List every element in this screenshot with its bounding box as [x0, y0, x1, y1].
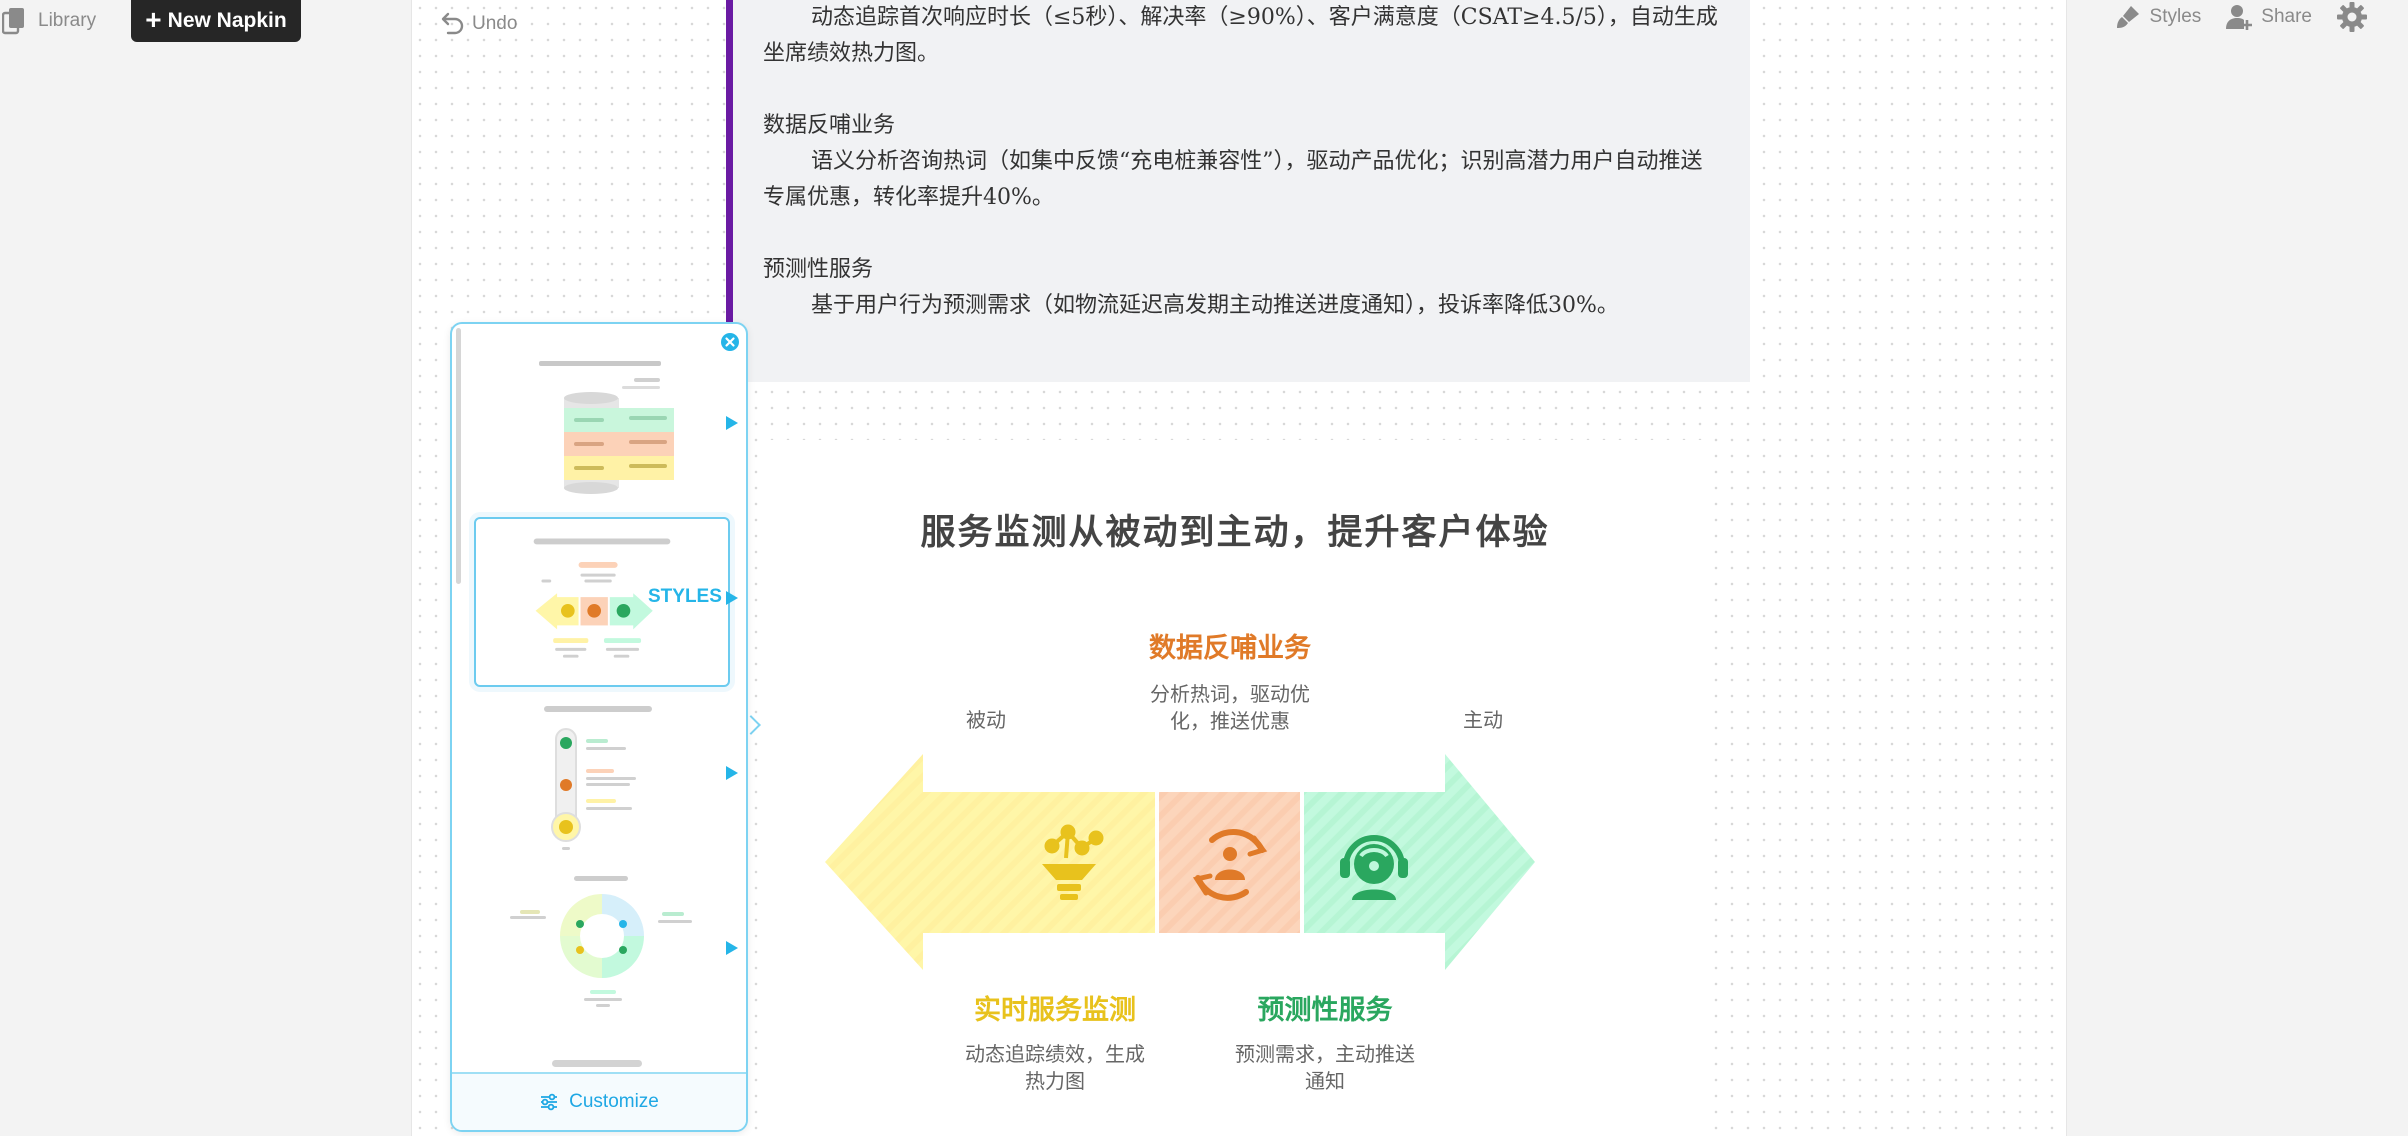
center-desc: 分析热词，驱动优 化，推送优惠 [1090, 681, 1370, 735]
text-block[interactable]: 动态追踪首次响应时长（≤5秒）、解决率（≥90%）、客户满意度（CSAT≥4.5… [726, 0, 1750, 382]
library-button[interactable]: Library [0, 7, 96, 35]
add-user-icon [2226, 5, 2253, 30]
sliders-icon [541, 1093, 558, 1111]
styles-button[interactable]: Styles [2114, 3, 2202, 31]
share-button[interactable]: Share [2225, 3, 2312, 31]
undo-label: Undo [472, 13, 518, 34]
new-napkin-label: New Napkin [167, 9, 287, 32]
center-desc-line1: 分析热词，驱动优 [1150, 682, 1310, 706]
left-desc-line1: 动态追踪绩效，生成 [965, 1042, 1145, 1066]
share-label: Share [2261, 6, 2312, 27]
style-option-4[interactable] [474, 874, 730, 1044]
arrow-diagram [825, 754, 1535, 970]
library-icon [2, 8, 24, 35]
undo-icon [441, 12, 464, 35]
left-desc-line2: 热力图 [1025, 1069, 1085, 1093]
left-desc: 动态追踪绩效，生成 热力图 [945, 1041, 1165, 1095]
right-arrow-shape [1304, 754, 1535, 970]
gear-icon [2337, 2, 2367, 32]
new-napkin-button[interactable]: + New Napkin [131, 0, 301, 42]
style-option-3[interactable] [474, 699, 730, 869]
top-left-bar: Library [0, 0, 96, 42]
play-icon[interactable] [724, 589, 740, 607]
style-option-1[interactable] [474, 340, 730, 510]
active-label: 主动 [1463, 708, 1503, 732]
section2-heading: 数据反哺业务 [763, 113, 896, 138]
customize-label: Customize [569, 1091, 659, 1112]
top-right-bar: Styles Share [2114, 0, 2368, 34]
section3-heading: 预测性服务 [763, 257, 874, 282]
styles-label: Styles [2149, 6, 2202, 27]
right-desc-line2: 通知 [1305, 1069, 1345, 1093]
left-arrow-shape [825, 754, 1155, 970]
next-style-peek [552, 1060, 642, 1067]
settings-button[interactable] [2336, 1, 2368, 33]
section1-body: 动态追踪首次响应时长（≤5秒）、解决率（≥90%）、客户满意度（CSAT≥4.5… [763, 5, 1718, 66]
customize-button[interactable]: Customize [452, 1074, 746, 1130]
section2-body: 语义分析咨询热词（如集中反馈“充电桩兼容性”），驱动产品优化；识别高潜力用户自动… [763, 149, 1703, 210]
panel-scrollbar[interactable] [456, 328, 461, 584]
center-block-shape [1159, 792, 1300, 933]
center-heading: 数据反哺业务 [1149, 633, 1311, 664]
left-heading: 实时服务监测 [974, 995, 1136, 1026]
brush-icon [2116, 6, 2139, 28]
right-heading: 预测性服务 [1257, 995, 1393, 1026]
diagram-visual[interactable]: 服务监测从被动到主动，提升客户体验 被动 主动 数据反哺业务 分析热词，驱动优 … [760, 440, 1710, 1136]
section3-body: 基于用户行为预测需求（如物流延迟高发期主动推送进度通知），投诉率降低30%。 [811, 293, 1619, 318]
play-icon[interactable] [724, 764, 740, 782]
undo-button[interactable]: Undo [436, 9, 517, 39]
styles-tag: STYLES [648, 586, 722, 607]
right-desc: 预测需求，主动推送 通知 [1205, 1041, 1445, 1095]
plus-icon: + [145, 4, 162, 35]
center-desc-line2: 化，推送优惠 [1170, 709, 1290, 733]
library-label: Library [38, 10, 97, 31]
play-icon[interactable] [724, 939, 740, 957]
passive-label: 被动 [966, 708, 1006, 732]
styles-panel: STYLES Customize [450, 322, 748, 1132]
right-desc-line1: 预测需求，主动推送 [1235, 1042, 1415, 1066]
play-icon[interactable] [724, 414, 740, 432]
